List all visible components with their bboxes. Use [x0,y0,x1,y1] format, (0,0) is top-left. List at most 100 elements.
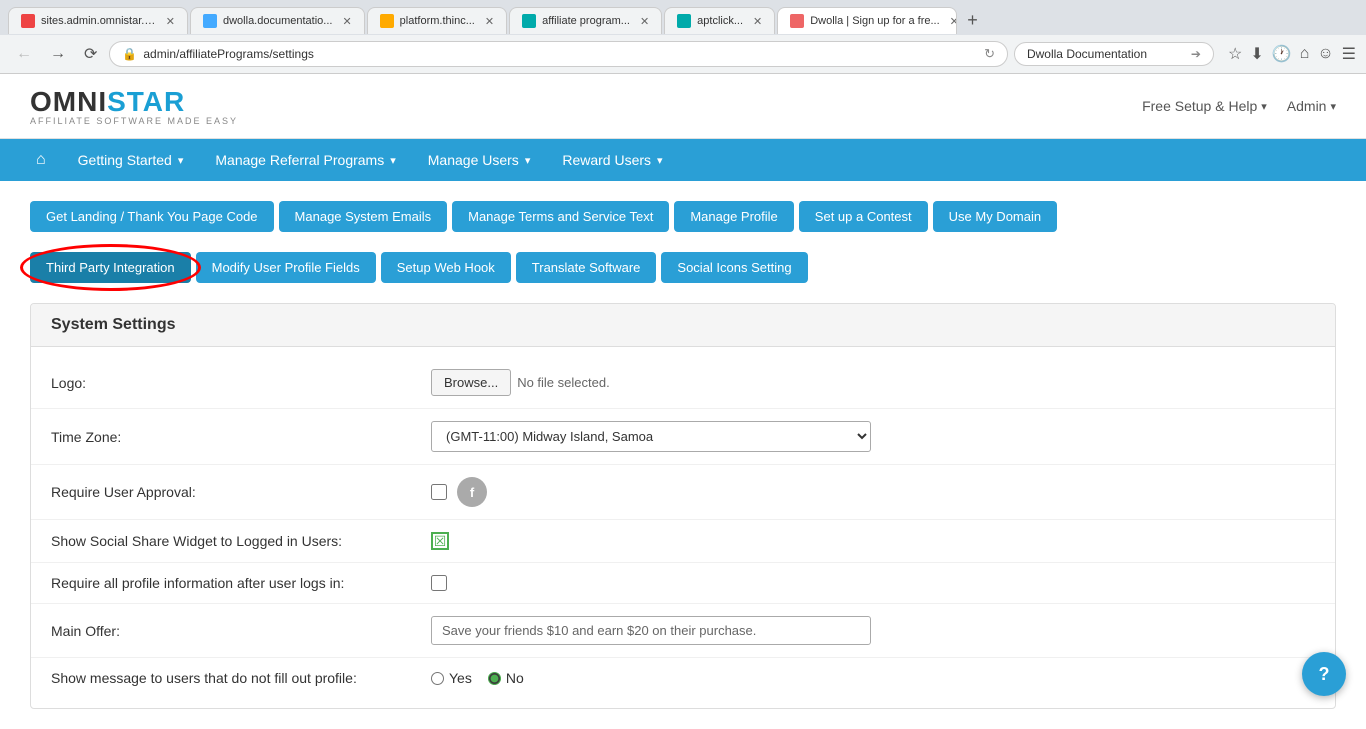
bookmark-icon[interactable]: ☆ [1228,44,1242,64]
tab-3[interactable]: platform.thinc... ✕ [367,7,507,34]
btn-third-party-integration[interactable]: Third Party Integration [30,252,191,283]
nav-getting-started[interactable]: Getting Started ▾ [62,140,200,180]
tab-favicon-4 [522,14,536,28]
tab-6[interactable]: Dwolla | Sign up for a fre... ✕ [777,7,957,34]
history-icon[interactable]: 🕐 [1272,44,1292,64]
tab-favicon-6 [790,14,804,28]
radio-no-text: No [506,670,524,686]
address-bar[interactable]: 🔒 admin/affiliatePrograms/settings ↻ [109,41,1008,67]
btn-translate-software[interactable]: Translate Software [516,252,657,283]
tab-close-5[interactable]: ✕ [753,15,762,28]
back-button[interactable]: ← [10,43,38,65]
tab-4[interactable]: affiliate program... ✕ [509,7,662,34]
app-header: OMNISTAR AFFILIATE SOFTWARE MADE EASY Fr… [0,74,1366,139]
forward-button[interactable]: → [44,43,72,65]
nav-reward-users-label: Reward Users [562,152,651,168]
reward-users-chevron-icon: ▾ [657,154,663,167]
tab-close-6[interactable]: ✕ [950,15,958,28]
settings-row-social-widget: Show Social Share Widget to Logged in Us… [31,520,1335,563]
btn-modify-user-profile[interactable]: Modify User Profile Fields [196,252,376,283]
file-input-area: Browse... No file selected. [431,369,610,396]
main-nav: ⌂ Getting Started ▾ Manage Referral Prog… [0,139,1366,181]
help-button[interactable]: ? [1302,652,1346,696]
search-bar[interactable]: Dwolla Documentation ➔ [1014,42,1214,66]
radio-group: Yes No [431,670,524,686]
btn-use-my-domain[interactable]: Use My Domain [933,201,1057,232]
browse-button[interactable]: Browse... [431,369,511,396]
radio-yes[interactable] [431,672,444,685]
radio-yes-label[interactable]: Yes [431,670,472,686]
settings-row-timezone: Time Zone: (GMT-11:00) Midway Island, Sa… [31,409,1335,465]
tab-label-6: Dwolla | Sign up for a fre... [810,15,939,27]
tab-favicon-3 [380,14,394,28]
help-label: Free Setup & Help [1142,98,1257,114]
radio-no-label[interactable]: No [488,670,524,686]
lock-icon: 🔒 [122,47,137,61]
timezone-control: (GMT-11:00) Midway Island, Samoa [431,421,1315,452]
reload-icon[interactable]: ↻ [984,46,995,62]
nav-manage-referral[interactable]: Manage Referral Programs ▾ [199,140,411,180]
timezone-select[interactable]: (GMT-11:00) Midway Island, Samoa [431,421,871,452]
radio-no[interactable] [488,672,501,685]
manage-referral-chevron-icon: ▾ [390,154,396,167]
btn-terms-service[interactable]: Manage Terms and Service Text [452,201,669,232]
address-url: admin/affiliatePrograms/settings [143,47,978,61]
user-approval-control: f [431,477,1315,507]
logo-sub: AFFILIATE SOFTWARE MADE EASY [30,116,238,126]
btn-setup-contest[interactable]: Set up a Contest [799,201,928,232]
tab-label-2: dwolla.documentatio... [223,15,332,27]
settings-title: System Settings [51,316,175,333]
btn-setup-webhook[interactable]: Setup Web Hook [381,252,511,283]
tab-favicon-1 [21,14,35,28]
btn-manage-profile[interactable]: Manage Profile [674,201,793,232]
social-widget-checked-icon[interactable]: ☒ [431,532,449,550]
tab-bar: sites.admin.omnistar.c... ✕ dwolla.docum… [0,0,1366,35]
nav-home[interactable]: ⌂ [20,139,62,181]
help-nav-item[interactable]: Free Setup & Help ▾ [1142,98,1267,114]
new-tab-button[interactable]: + [959,6,986,35]
tab-1[interactable]: sites.admin.omnistar.c... ✕ [8,7,188,34]
logo-control: Browse... No file selected. [431,369,1315,396]
admin-nav-item[interactable]: Admin ▾ [1287,98,1336,114]
nav-bar: ← → ⟳ 🔒 admin/affiliatePrograms/settings… [0,35,1366,73]
tab-close-2[interactable]: ✕ [342,15,351,28]
help-chevron-icon: ▾ [1261,100,1267,113]
show-message-label: Show message to users that do not fill o… [51,670,431,686]
social-widget-label: Show Social Share Widget to Logged in Us… [51,533,431,549]
btn-system-emails[interactable]: Manage System Emails [279,201,448,232]
admin-label: Admin [1287,98,1327,114]
tab-2[interactable]: dwolla.documentatio... ✕ [190,7,365,34]
settings-row-user-approval: Require User Approval: f [31,465,1335,520]
nav-manage-referral-label: Manage Referral Programs [215,152,384,168]
tab-5[interactable]: aptclick... ✕ [664,7,775,34]
btn-social-icons[interactable]: Social Icons Setting [661,252,807,283]
home-nav-icon[interactable]: ⌂ [1300,45,1310,63]
tab-close-3[interactable]: ✕ [485,15,494,28]
settings-card: System Settings Logo: Browse... No file … [30,303,1336,709]
address-icons: ↻ [984,46,995,62]
show-message-control: Yes No [431,670,1315,686]
header-nav: Free Setup & Help ▾ Admin ▾ [1142,98,1336,114]
help-button-label: ? [1319,664,1330,685]
refresh-button[interactable]: ⟳ [78,42,103,66]
timezone-label: Time Zone: [51,429,431,445]
btn-landing-page[interactable]: Get Landing / Thank You Page Code [30,201,274,232]
menu-icon[interactable]: ☰ [1342,44,1356,64]
tab-close-1[interactable]: ✕ [166,15,175,28]
button-row-2: Third Party Integration Modify User Prof… [30,252,1336,283]
tab-close-4[interactable]: ✕ [640,15,649,28]
main-offer-input[interactable] [431,616,871,645]
tab-label-5: aptclick... [697,15,743,27]
toolbar-icons: ☆ ⬇ 🕐 ⌂ ☺ ☰ [1228,44,1356,64]
tab-favicon-5 [677,14,691,28]
logo-label: Logo: [51,375,431,391]
profile-info-checkbox[interactable] [431,575,447,591]
nav-reward-users[interactable]: Reward Users ▾ [546,140,678,180]
emoji-icon[interactable]: ☺ [1317,45,1333,63]
user-approval-checkbox[interactable] [431,484,447,500]
search-go-icon[interactable]: ➔ [1191,47,1201,61]
download-icon[interactable]: ⬇ [1250,44,1263,64]
nav-manage-users[interactable]: Manage Users ▾ [412,140,547,180]
radio-yes-text: Yes [449,670,472,686]
content-area: Get Landing / Thank You Page Code Manage… [0,181,1366,729]
